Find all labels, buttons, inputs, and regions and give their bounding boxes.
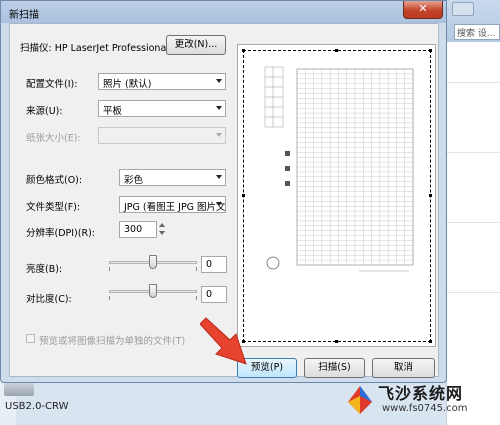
watermark-url: www.fs0745.com — [382, 403, 468, 414]
annotation-arrow-icon — [200, 317, 247, 365]
file-type-select[interactable]: JPG (看图王 JPG 图片文件 — [119, 196, 226, 213]
source-label: 来源(U): — [26, 106, 63, 117]
brightness-slider-thumb[interactable] — [149, 255, 157, 269]
scan-button[interactable]: 扫描(S) — [304, 358, 365, 378]
scan-preview-area[interactable] — [237, 44, 436, 347]
contrast-input[interactable]: 0 — [201, 286, 227, 303]
chevron-down-icon — [216, 79, 222, 83]
background-content-pane — [446, 42, 500, 425]
resolution-input[interactable]: 300 — [119, 221, 157, 238]
chevron-down-icon — [216, 106, 222, 110]
file-type-value: JPG (看图王 JPG 图片文件 — [124, 202, 226, 213]
change-scanner-button[interactable]: 更改(N)... — [166, 35, 226, 55]
separate-files-label: 预览或将图像扫描为单独的文件(T) — [39, 336, 186, 347]
brightness-label: 亮度(B): — [26, 264, 63, 275]
resolution-label: 分辨率(DPI)(R): — [26, 228, 95, 239]
profile-label: 配置文件(I): — [26, 79, 78, 90]
close-button[interactable]: ✕ — [403, 1, 443, 19]
watermark-name: 飞沙系统网 — [378, 384, 464, 403]
contrast-label: 对比度(C): — [26, 294, 72, 305]
source-select[interactable]: 平板 — [98, 100, 226, 117]
marquee-handle[interactable] — [242, 194, 245, 197]
color-format-select[interactable]: 彩色 — [119, 169, 226, 186]
chevron-down-icon — [216, 133, 222, 137]
watermark: 飞沙系统网 www.fs0745.com — [338, 378, 498, 422]
marquee-handle[interactable] — [429, 340, 432, 343]
brightness-input[interactable]: 0 — [201, 256, 227, 273]
background-search-input[interactable]: 搜索 设... — [454, 24, 500, 40]
scanned-document-image — [259, 61, 419, 279]
watermark-logo-icon — [348, 386, 372, 414]
contrast-slider-thumb[interactable] — [149, 284, 157, 298]
chevron-down-icon — [216, 175, 222, 179]
spinner-up-icon[interactable] — [159, 223, 165, 227]
resolution-spinner[interactable] — [159, 221, 166, 238]
chevron-down-icon — [216, 202, 222, 206]
color-format-label: 颜色格式(O): — [26, 175, 83, 186]
separate-files-checkbox[interactable] — [26, 334, 35, 343]
dialog-title: 新扫描 — [9, 10, 39, 21]
marquee-handle[interactable] — [242, 49, 245, 52]
profile-select[interactable]: 照片 (默认) — [98, 73, 226, 90]
file-type-label: 文件类型(F): — [26, 202, 81, 213]
paper-size-label: 纸张大小(E): — [26, 133, 81, 144]
dialog-titlebar: 新扫描 — [1, 1, 446, 23]
usb-drive-icon — [4, 382, 34, 396]
profile-value: 照片 (默认) — [103, 79, 152, 90]
cancel-button[interactable]: 取消 — [372, 358, 435, 378]
marquee-handle[interactable] — [335, 340, 338, 343]
device-label: USB2.0-CRW — [5, 401, 69, 412]
scanner-label: 扫描仪: HP LaserJet Professional... — [20, 43, 178, 54]
spinner-down-icon[interactable] — [159, 231, 165, 235]
marquee-handle[interactable] — [335, 49, 338, 52]
marquee-handle[interactable] — [429, 49, 432, 52]
source-value: 平板 — [103, 106, 123, 117]
marquee-handle[interactable] — [429, 194, 432, 197]
paper-size-select[interactable] — [98, 127, 226, 144]
background-minimize-button[interactable] — [452, 2, 474, 16]
color-format-value: 彩色 — [124, 175, 144, 186]
